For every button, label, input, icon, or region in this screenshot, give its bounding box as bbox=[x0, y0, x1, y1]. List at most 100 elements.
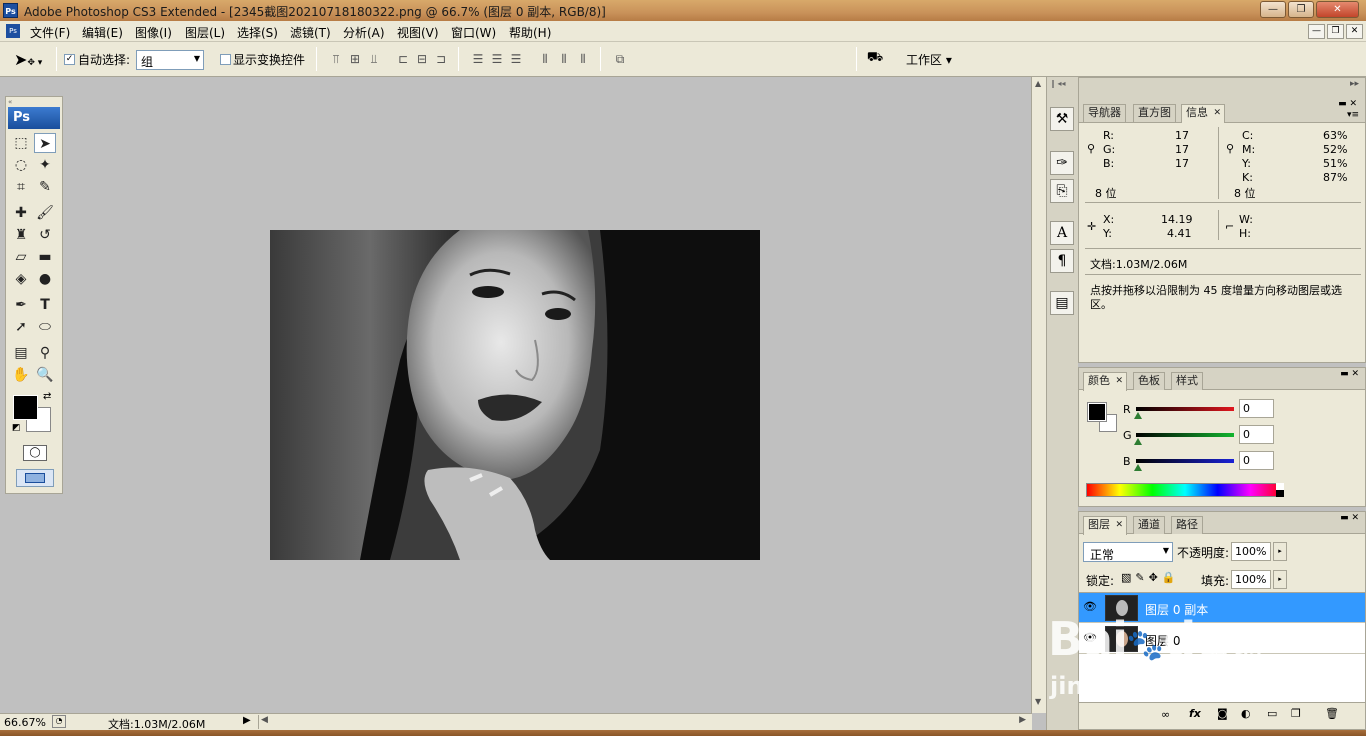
layer-mask-icon[interactable]: ◙ bbox=[1217, 707, 1228, 720]
bridge-icon[interactable]: ⛟ bbox=[864, 50, 886, 68]
brushes-icon[interactable]: ✑ bbox=[1050, 151, 1074, 175]
history-brush-tool-icon[interactable]: ↺ bbox=[34, 225, 56, 245]
fill-input[interactable]: 100% bbox=[1231, 570, 1271, 589]
color-r-input[interactable]: 0 bbox=[1239, 399, 1274, 418]
scroll-left-icon[interactable]: ◀ bbox=[261, 715, 268, 725]
distribute-top-icon[interactable]: ☰ bbox=[470, 51, 486, 67]
lasso-tool-icon[interactable]: ◌ bbox=[10, 155, 32, 175]
tab-close-icon[interactable]: ✕ bbox=[1115, 517, 1123, 533]
opacity-slider-arrow-icon[interactable]: ▸ bbox=[1273, 542, 1287, 561]
tab-channels[interactable]: 通道 bbox=[1133, 516, 1165, 534]
align-bottom-icon[interactable]: ⫫ bbox=[366, 51, 382, 67]
auto-align-layers-icon[interactable]: ⧉ bbox=[612, 51, 628, 67]
doc-close-button[interactable]: ✕ bbox=[1346, 24, 1363, 39]
menu-select[interactable]: 选择(S) bbox=[237, 24, 278, 41]
opacity-input[interactable]: 100% bbox=[1231, 542, 1271, 561]
doc-restore-button[interactable]: ❐ bbox=[1327, 24, 1344, 39]
quick-mask-icon[interactable]: ◯ bbox=[23, 445, 47, 461]
slider-handle[interactable] bbox=[1134, 464, 1142, 471]
clone-stamp-tool-icon[interactable]: ♜ bbox=[10, 225, 32, 245]
magic-wand-tool-icon[interactable]: ✦ bbox=[34, 155, 56, 175]
spectrum-white-swatch[interactable] bbox=[1276, 483, 1284, 490]
eyedropper-tool-icon[interactable]: ⚲ bbox=[34, 343, 56, 363]
doc-minimize-button[interactable]: — bbox=[1308, 24, 1325, 39]
document-image[interactable] bbox=[270, 230, 760, 560]
character-icon[interactable]: A bbox=[1050, 221, 1074, 245]
document-icon[interactable]: Ps bbox=[6, 24, 20, 38]
color-g-input[interactable]: 0 bbox=[1239, 425, 1274, 444]
zoom-level[interactable]: 66.67% bbox=[4, 716, 46, 729]
close-button[interactable]: ✕ bbox=[1316, 1, 1359, 18]
swap-colors-icon[interactable]: ⇄ bbox=[43, 391, 51, 402]
menu-edit[interactable]: 编辑(E) bbox=[82, 24, 123, 41]
distribute-left-icon[interactable]: ⦀ bbox=[537, 51, 553, 67]
hand-tool-icon[interactable]: ✋ bbox=[10, 365, 32, 385]
align-left-icon[interactable]: ⊏ bbox=[395, 51, 411, 67]
layer-style-icon[interactable]: fx bbox=[1189, 707, 1201, 720]
minimize-button[interactable]: — bbox=[1260, 1, 1286, 18]
trash-icon[interactable]: 🗑 bbox=[1325, 707, 1339, 720]
dodge-tool-icon[interactable]: ● bbox=[34, 269, 56, 289]
tool-presets-icon[interactable]: ⚒ bbox=[1050, 107, 1074, 131]
menu-help[interactable]: 帮助(H) bbox=[509, 24, 551, 41]
spectrum-black-swatch[interactable] bbox=[1276, 490, 1284, 497]
distribute-bottom-icon[interactable]: ☰ bbox=[508, 51, 524, 67]
eraser-tool-icon[interactable]: ▱ bbox=[10, 247, 32, 267]
tab-histogram[interactable]: 直方图 bbox=[1133, 104, 1176, 122]
auto-select-dropdown[interactable]: 组 ▼ bbox=[136, 50, 204, 70]
distribute-right-icon[interactable]: ⦀ bbox=[575, 51, 591, 67]
align-right-icon[interactable]: ⊐ bbox=[433, 51, 449, 67]
blur-tool-icon[interactable]: ◈ bbox=[10, 269, 32, 289]
move-tool-preset-icon[interactable]: ➤✥ ▾ bbox=[14, 50, 42, 69]
align-top-icon[interactable]: ⫪ bbox=[328, 51, 344, 67]
lock-icons[interactable]: ▧✎✥🔒 bbox=[1121, 571, 1180, 584]
default-colors-icon[interactable]: ◩ bbox=[12, 423, 21, 433]
type-tool-icon[interactable]: T bbox=[34, 295, 56, 315]
menu-view[interactable]: 视图(V) bbox=[397, 24, 439, 41]
menu-image[interactable]: 图像(I) bbox=[135, 24, 172, 41]
pen-tool-icon[interactable]: ✒ bbox=[10, 295, 32, 315]
scroll-right-icon[interactable]: ▶ bbox=[1019, 715, 1026, 725]
fill-slider-arrow-icon[interactable]: ▸ bbox=[1273, 570, 1287, 589]
scroll-up-icon[interactable]: ▲ bbox=[1035, 79, 1041, 88]
foreground-color-swatch[interactable] bbox=[13, 395, 38, 420]
distribute-vcenter-icon[interactable]: ☰ bbox=[489, 51, 505, 67]
color-r-slider[interactable] bbox=[1136, 407, 1234, 411]
tab-styles[interactable]: 样式 bbox=[1171, 372, 1203, 390]
workspace-button[interactable]: 工作区 ▾ bbox=[906, 51, 952, 68]
toolbox-collapse-icon[interactable]: « bbox=[8, 98, 12, 106]
status-arrow-icon[interactable]: ▶ bbox=[243, 715, 251, 726]
marquee-tool-icon[interactable]: ⬚ bbox=[10, 133, 32, 153]
auto-select-checkbox[interactable]: ✓ bbox=[64, 54, 75, 65]
color-g-slider[interactable] bbox=[1136, 433, 1234, 437]
panel-menu-icon[interactable]: ▾≡ bbox=[1347, 110, 1359, 120]
status-menu-icon[interactable]: ◔ bbox=[52, 715, 66, 728]
blend-mode-dropdown[interactable]: 正常 ▼ bbox=[1083, 542, 1173, 562]
adjustment-layer-icon[interactable]: ◐ bbox=[1241, 707, 1251, 720]
menu-layer[interactable]: 图层(L) bbox=[185, 24, 225, 41]
slice-tool-icon[interactable]: ✎ bbox=[34, 177, 56, 197]
menu-window[interactable]: 窗口(W) bbox=[451, 24, 496, 41]
distribute-hcenter-icon[interactable]: ⦀ bbox=[556, 51, 572, 67]
layer-comps-icon[interactable]: ▤ bbox=[1050, 291, 1074, 315]
paragraph-icon[interactable]: ¶ bbox=[1050, 249, 1074, 273]
panel-collapse-icon[interactable]: ▸▸ bbox=[1350, 79, 1359, 89]
vertical-scrollbar[interactable]: ▲ ▼ bbox=[1031, 77, 1046, 713]
new-group-icon[interactable]: ▭ bbox=[1267, 707, 1277, 720]
tab-color[interactable]: 颜色 ✕ bbox=[1083, 372, 1127, 391]
path-selection-tool-icon[interactable]: ➚ bbox=[10, 317, 32, 337]
gradient-tool-icon[interactable]: ▬ bbox=[34, 247, 56, 267]
tab-close-icon[interactable]: ✕ bbox=[1115, 373, 1123, 389]
new-layer-icon[interactable]: ❐ bbox=[1291, 707, 1301, 720]
restore-button[interactable]: ❐ bbox=[1288, 1, 1314, 18]
dock-collapse-icon[interactable]: ‖ ◂◂ bbox=[1051, 79, 1066, 88]
menu-file[interactable]: 文件(F) bbox=[30, 24, 70, 41]
zoom-tool-icon[interactable]: 🔍 bbox=[34, 365, 56, 385]
clone-source-icon[interactable]: ⎘ bbox=[1050, 179, 1074, 203]
color-b-input[interactable]: 0 bbox=[1239, 451, 1274, 470]
align-hcenter-icon[interactable]: ⊟ bbox=[414, 51, 430, 67]
panel-minimize-icon[interactable]: ▬ ✕ bbox=[1338, 99, 1357, 109]
horizontal-scrollbar[interactable]: ◀ ▶ bbox=[258, 715, 1028, 729]
tab-info[interactable]: 信息 ✕ bbox=[1181, 104, 1225, 123]
menu-analysis[interactable]: 分析(A) bbox=[343, 24, 385, 41]
